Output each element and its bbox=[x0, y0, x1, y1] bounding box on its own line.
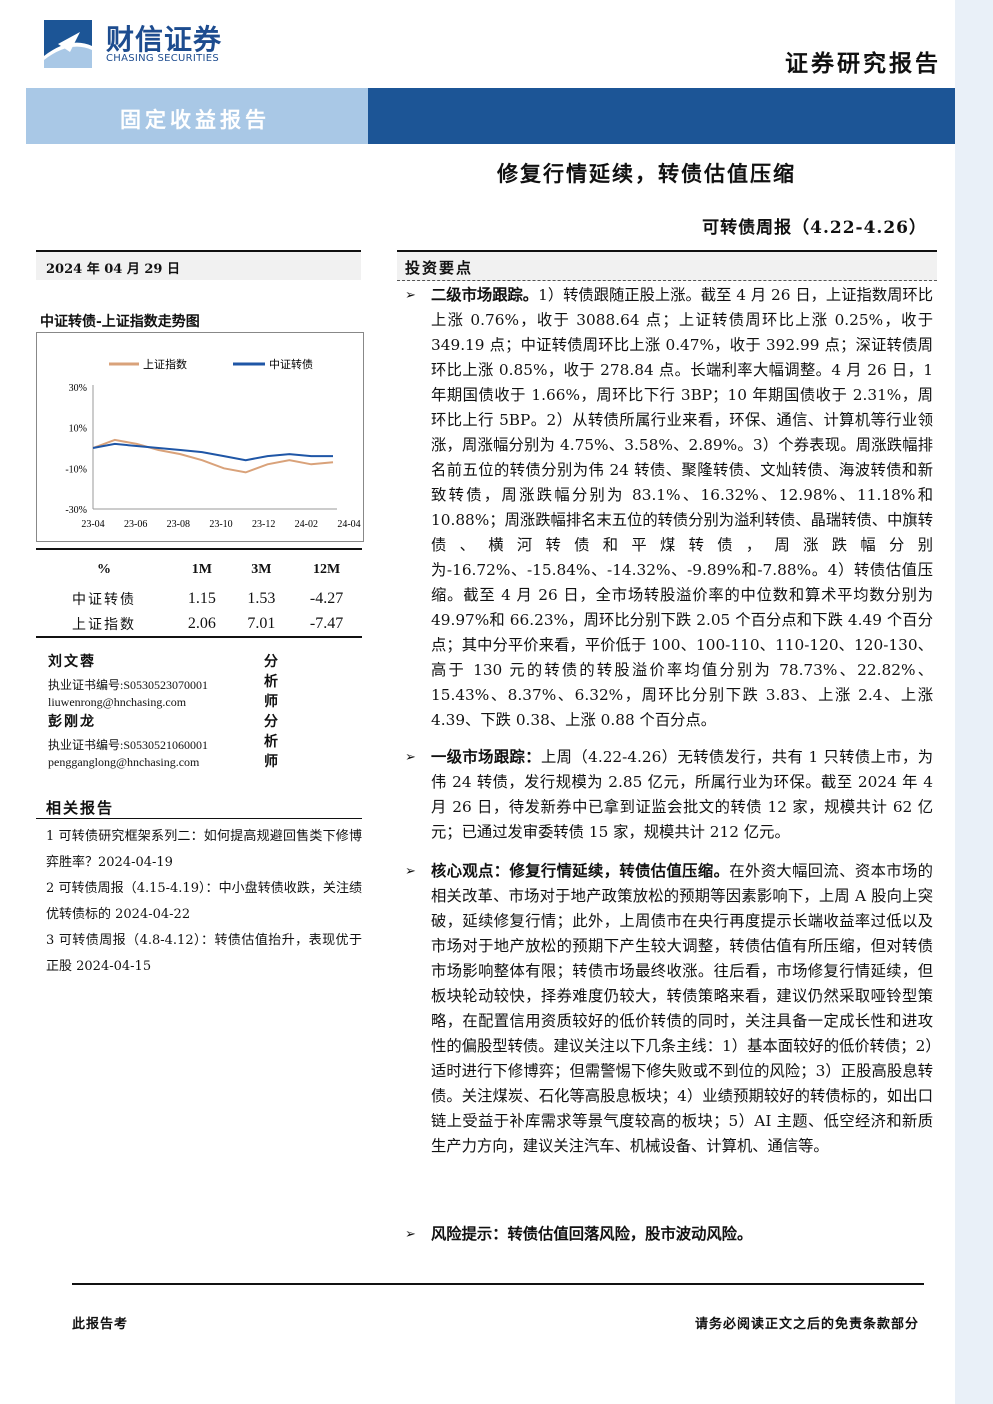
bullet-lead: 风险提示： bbox=[431, 1225, 508, 1243]
related-reports-list: 1 可转债研究框架系列二：如何提高规避回售类下修博弈胜率？2024-04-19 … bbox=[46, 824, 362, 980]
table-row-label: 上证指数 bbox=[36, 611, 173, 638]
report-category: 固定收益报告 bbox=[120, 107, 270, 132]
table-row-label: 中证转债 bbox=[72, 591, 137, 608]
x-tick-label: 24-04 bbox=[337, 519, 360, 530]
series-lines bbox=[92, 438, 334, 474]
bullet-primary-market: ➢ 一级市场跟踪：上周（4.22-4.26）无转债发行，共有 1 只转债上市，为… bbox=[405, 745, 933, 845]
report-date: 2024 年 04 月 29 日 bbox=[46, 262, 180, 277]
table-header-row: % 1M 3M 12M bbox=[36, 548, 362, 586]
bullet-core-view: ➢ 核心观点：修复行情延续，转债估值压缩。在外资大幅回流、资本市场的相关改革、市… bbox=[405, 859, 933, 1159]
analyst-cert: 执业证书编号:S0530521060001 bbox=[48, 738, 209, 752]
related-report-link[interactable]: 2 可转债周报（4.15-4.19）：中小盘转债收跌，关注绩优转债标的 2024… bbox=[46, 876, 362, 928]
analyst-name: 刘文蓉 bbox=[48, 654, 96, 670]
y-tick-label: 10% bbox=[69, 424, 87, 435]
series-line-cb bbox=[92, 442, 333, 462]
page-title: 修复行情延续，转债估值压缩 bbox=[497, 161, 796, 186]
index-chart: 上证指数 中证转债 30% 10% -10% -30% 23-04 23-06 23-08… bbox=[36, 332, 364, 542]
table-header-cell: % bbox=[36, 548, 173, 586]
table-cell: -4.27 bbox=[309, 589, 344, 607]
analyst-card: 彭刚龙 分析师 执业证书编号:S0530521060001 pengganglo… bbox=[48, 711, 278, 770]
analyst-cert: 执业证书编号:S0530523070001 bbox=[48, 678, 209, 692]
footer-disclaimer-link[interactable]: 请务必阅读正文之后的免责条款部分 bbox=[695, 1313, 919, 1332]
related-report-link[interactable]: 3 可转债周报（4.8-4.12）：转债估值抬升，表现优于正股 2024-04-… bbox=[46, 928, 362, 980]
y-tick-label: -10% bbox=[65, 464, 87, 475]
performance-table: % 1M 3M 12M 中证转债 1.15 1.53 -4.27 上证指数 2.… bbox=[36, 548, 362, 638]
logo-text-en: CHASING SECURITIES bbox=[106, 53, 220, 64]
analyst-role: 分析师 bbox=[264, 654, 281, 710]
bullet-risk: ➢ 风险提示：转债估值回落风险，股市波动风险。 bbox=[405, 1222, 933, 1247]
bullet-lead: 核心观点：修复行情延续，转债估值压缩。 bbox=[431, 862, 730, 880]
analyst-role: 分析师 bbox=[264, 714, 281, 770]
x-tick-label: 23-04 bbox=[81, 519, 104, 530]
bullet-lead: 一级市场跟踪： bbox=[431, 748, 541, 766]
table-cell: -7.47 bbox=[291, 611, 362, 638]
y-tick-label: -30% bbox=[65, 505, 87, 516]
summary-title: 投资要点 bbox=[405, 259, 474, 277]
bullet-text: 在外资大幅回流、资本市场的相关改革、市场对于地产政策放松的预期等因素影响下，上周… bbox=[431, 862, 933, 1155]
analyst-email[interactable]: pengganglong@hnchasing.com bbox=[48, 755, 208, 770]
summary-header: 投资要点 bbox=[397, 250, 937, 281]
report-type-label: 证券研究报告 bbox=[785, 50, 941, 77]
header-band-dark bbox=[368, 88, 955, 144]
related-reports-title: 相关报告 bbox=[36, 797, 362, 819]
bullet-arrow-icon: ➢ bbox=[405, 288, 416, 303]
company-logo-icon bbox=[44, 20, 92, 68]
footer-divider bbox=[72, 1283, 924, 1285]
page-subtitle: 可转债周报（4.22-4.26） bbox=[702, 218, 927, 238]
x-tick-label: 23-12 bbox=[252, 519, 275, 530]
table-header-cell: 12M bbox=[291, 548, 362, 586]
analyst-card: 刘文蓉 分析师 执业证书编号:S0530523070001 liuwenrong… bbox=[48, 651, 278, 710]
chart-legend: 上证指数 中证转债 bbox=[109, 357, 313, 371]
x-tick-label: 24-02 bbox=[295, 519, 318, 530]
table-cell: 7.01 bbox=[231, 611, 292, 638]
footer-left-text: 此报告考 bbox=[72, 1317, 129, 1332]
related-report-link[interactable]: 1 可转债研究框架系列二：如何提高规避回售类下修博弈胜率？2024-04-19 bbox=[46, 824, 362, 876]
bullet-arrow-icon: ➢ bbox=[405, 1227, 416, 1242]
legend-label-shanghai: 上证指数 bbox=[143, 357, 187, 371]
analyst-name: 彭刚龙 bbox=[48, 714, 96, 730]
analyst-email[interactable]: liuwenrong@hnchasing.com bbox=[48, 695, 208, 710]
bullet-text: 1）转债跟随正股上涨。截至 4 月 26 日，上证指数周环比上涨 0.76%，收… bbox=[431, 286, 934, 729]
bullet-text: 转债估值回落风险，股市波动风险。 bbox=[507, 1225, 753, 1243]
chart-title: 中证转债-上证指数走势图 bbox=[40, 314, 200, 330]
table-header-cell: 1M bbox=[172, 548, 232, 586]
page-side-strip bbox=[955, 0, 993, 1404]
table-cell: 2.06 bbox=[172, 611, 232, 638]
table-header-cell: 3M bbox=[231, 548, 292, 586]
legend-label-cb: 中证转债 bbox=[269, 357, 313, 371]
x-ticks: 23-04 23-06 23-08 23-10 23-12 24-02 24-04 bbox=[81, 519, 360, 530]
table-row: 上证指数 2.06 7.01 -7.47 bbox=[36, 611, 362, 638]
bullet-lead: 二级市场跟踪。 bbox=[431, 286, 539, 304]
table-cell: 1.15 bbox=[187, 589, 216, 607]
table-cell: 1.53 bbox=[247, 589, 276, 607]
y-ticks: 30% 10% -10% -30% bbox=[65, 383, 87, 516]
table-row: 中证转债 1.15 1.53 -4.27 bbox=[36, 586, 362, 611]
logo-text-cn: 财信证券 bbox=[106, 23, 223, 56]
bullet-secondary-market: ➢ 二级市场跟踪。1）转债跟随正股上涨。截至 4 月 26 日，上证指数周环比上… bbox=[405, 283, 933, 733]
bullet-arrow-icon: ➢ bbox=[405, 864, 416, 879]
x-tick-label: 23-06 bbox=[124, 519, 147, 530]
report-date-box: 2024 年 04 月 29 日 bbox=[36, 250, 361, 280]
index-chart-svg: 上证指数 中证转债 30% 10% -10% -30% 23-04 23-06 23-08… bbox=[65, 357, 360, 530]
x-tick-label: 23-10 bbox=[209, 519, 232, 530]
x-tick-label: 23-08 bbox=[167, 519, 190, 530]
bullet-arrow-icon: ➢ bbox=[405, 750, 416, 765]
y-tick-label: 30% bbox=[69, 383, 87, 394]
